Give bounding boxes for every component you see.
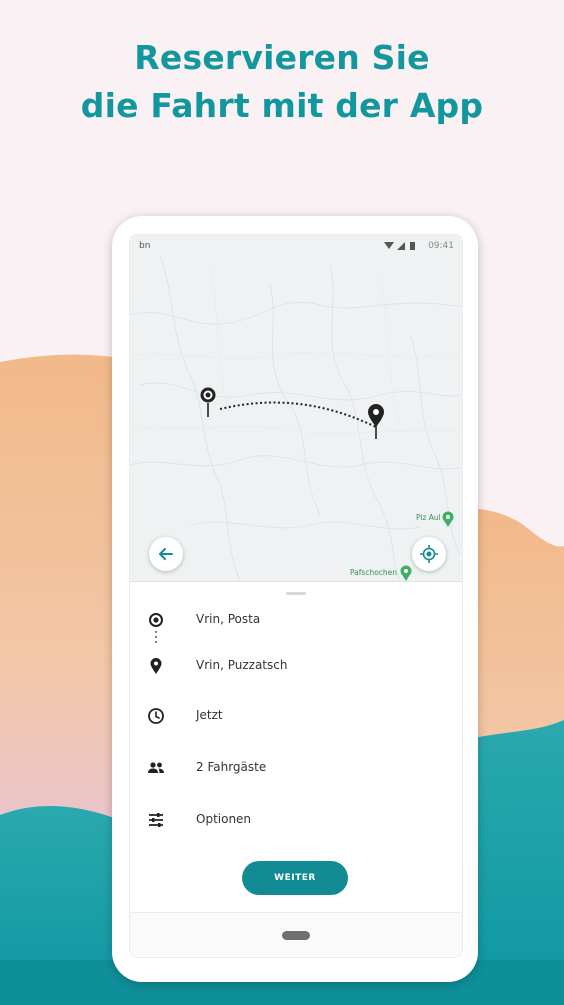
sliders-icon bbox=[149, 813, 163, 827]
headline: Reservieren Sie die Fahrt mit der App bbox=[0, 34, 564, 130]
passengers-text: 2 Fahrgäste bbox=[196, 760, 267, 774]
app-badge: bn bbox=[139, 241, 151, 251]
time-text: Jetzt bbox=[196, 708, 223, 722]
origin-row[interactable]: Vrin, Posta bbox=[130, 600, 462, 640]
map-label: Pafschochen bbox=[350, 568, 398, 577]
locate-me-button[interactable] bbox=[412, 537, 446, 571]
time-row[interactable]: Jetzt bbox=[130, 696, 462, 736]
map-terrain bbox=[130, 254, 462, 581]
phone-frame: bn 09:41 Piz Aul Pafschochen Vrin, Posta… bbox=[112, 216, 478, 982]
signal-battery-icon bbox=[384, 242, 415, 250]
poi-pin-icon bbox=[400, 565, 412, 581]
destination-map-marker-icon bbox=[368, 404, 384, 439]
map-label: Piz Aul bbox=[416, 513, 441, 522]
options-row[interactable]: Optionen bbox=[130, 800, 462, 840]
map-pin-icon bbox=[150, 658, 162, 674]
trip-sheet: Vrin, Posta Vrin, Puzzatsch Jetzt 2 Fahr… bbox=[130, 581, 462, 957]
people-icon bbox=[148, 762, 164, 773]
options-text: Optionen bbox=[196, 812, 252, 826]
phone-screen: bn 09:41 Piz Aul Pafschochen Vrin, Posta… bbox=[129, 234, 463, 958]
clock-icon bbox=[148, 708, 164, 724]
route-connector bbox=[155, 631, 158, 646]
back-button[interactable] bbox=[149, 537, 183, 571]
home-pill[interactable] bbox=[282, 931, 310, 940]
headline-line-2: die Fahrt mit der App bbox=[80, 86, 484, 125]
radio-target-icon bbox=[149, 613, 163, 627]
destination-row[interactable]: Vrin, Puzzatsch bbox=[130, 646, 462, 686]
origin-map-marker-icon bbox=[200, 387, 216, 417]
arrow-left-icon bbox=[159, 548, 173, 560]
sheet-drag-handle[interactable] bbox=[286, 592, 306, 595]
status-bar: bn 09:41 bbox=[130, 235, 462, 257]
continue-button[interactable]: WEITER bbox=[242, 861, 348, 895]
map-view[interactable]: bn 09:41 Piz Aul Pafschochen bbox=[130, 235, 462, 581]
headline-line-1: Reservieren Sie bbox=[134, 38, 430, 77]
my-location-icon bbox=[420, 545, 438, 563]
destination-text: Vrin, Puzzatsch bbox=[196, 658, 288, 672]
origin-text: Vrin, Posta bbox=[196, 612, 261, 626]
android-nav-bar bbox=[130, 912, 462, 957]
passengers-row[interactable]: 2 Fahrgäste bbox=[130, 748, 462, 788]
status-icons bbox=[384, 241, 418, 254]
poi-pin-icon bbox=[442, 511, 454, 527]
status-time: 09:41 bbox=[428, 241, 454, 251]
